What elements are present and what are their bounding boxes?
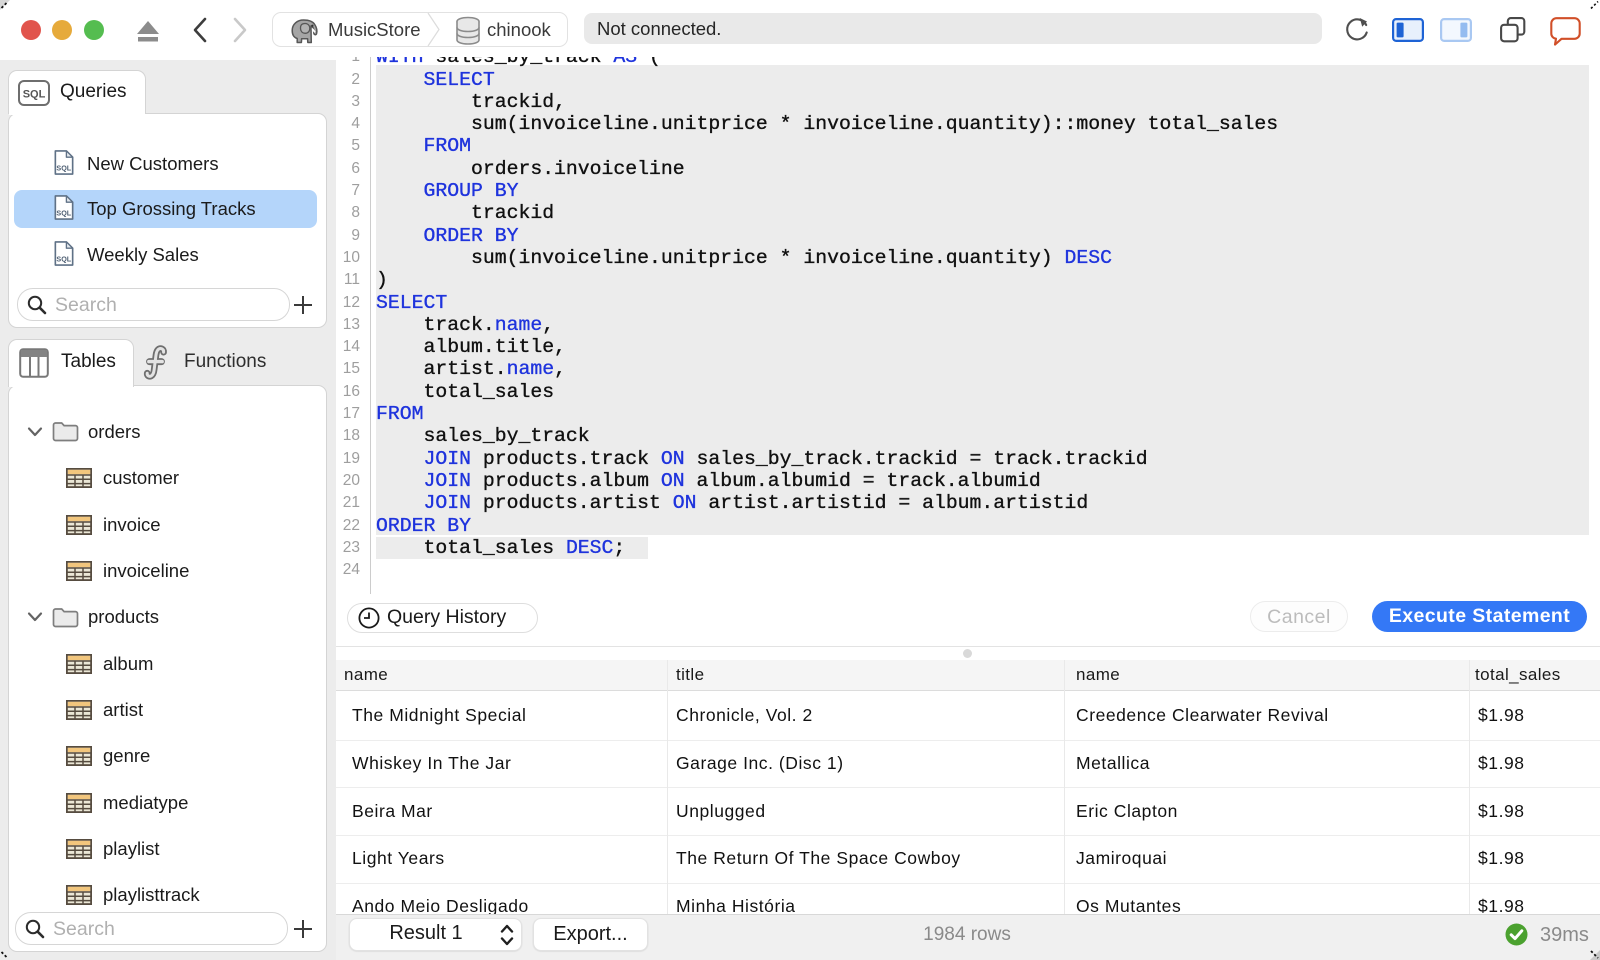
svg-text:SQL: SQL [23, 89, 46, 101]
svg-text:SQL: SQL [56, 255, 71, 264]
svg-text:SQL: SQL [56, 164, 71, 173]
svg-text:SQL: SQL [56, 209, 71, 218]
